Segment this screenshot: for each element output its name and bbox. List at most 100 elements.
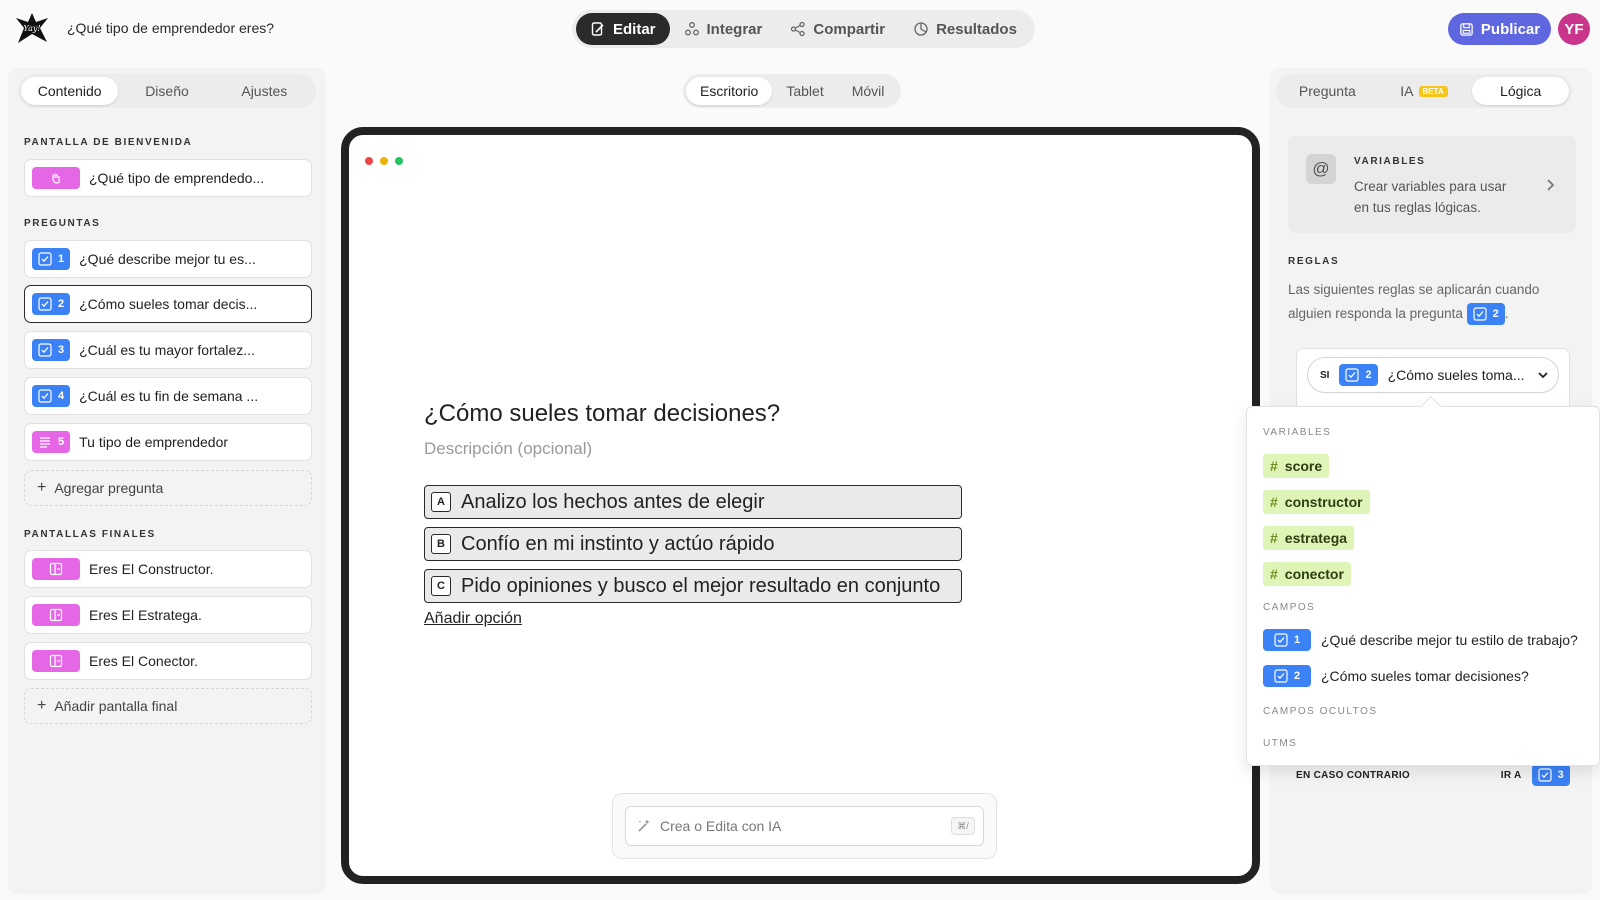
question-title[interactable]: ¿Cómo sueles tomar decisiones? — [424, 400, 780, 428]
question-label-3: ¿Cuál es tu mayor fortalez... — [79, 342, 255, 358]
end-screen-item-1[interactable]: Eres El Constructor. — [24, 550, 312, 588]
tab-diseno[interactable]: Diseño — [118, 77, 215, 105]
chevron-down-icon — [1537, 372, 1548, 379]
add-question-button[interactable]: + Agregar pregunta — [24, 470, 312, 506]
ai-prompt-input[interactable]: Crea o Edita con IA ⌘/ — [625, 806, 984, 846]
welcome-section-title: PANTALLA DE BIENVENIDA — [24, 137, 193, 148]
question-num-5: 5 — [58, 436, 65, 448]
at-sign-icon: @ — [1306, 154, 1336, 184]
rule-select-text: ¿Cómo sueles toma... — [1387, 367, 1525, 383]
questions-section-title: PREGUNTAS — [24, 218, 101, 229]
variable-score-label: score — [1284, 458, 1323, 474]
question-item-1[interactable]: 1 ¿Qué describe mejor tu es... — [24, 240, 312, 278]
question-tag-4: 4 — [32, 385, 71, 407]
option-text-b: Confío en mi instinto y actúo rápido — [461, 532, 775, 555]
variable-conector[interactable]: # conector — [1263, 562, 1351, 586]
ai-prompt-box: Crea o Edita con IA ⌘/ — [612, 793, 997, 859]
exit-door-icon — [49, 654, 63, 668]
question-num-3: 3 — [58, 344, 65, 356]
question-item-4[interactable]: 4 ¿Cuál es tu fin de semana ... — [24, 377, 312, 415]
tab-tablet[interactable]: Tablet — [772, 77, 837, 105]
left-tabs: Contenido Diseño Ajustes — [18, 74, 316, 108]
exit-door-icon — [49, 562, 63, 576]
pencil-icon — [591, 22, 604, 36]
question-label-4: ¿Cuál es tu fin de semana ... — [79, 388, 259, 404]
option-c[interactable]: C Pido opiniones y busco el mejor result… — [424, 569, 962, 603]
question-num-1: 1 — [58, 253, 65, 265]
add-option-link[interactable]: Añadir opción — [424, 610, 522, 628]
integrate-icon — [684, 22, 699, 36]
hash-icon: # — [1270, 566, 1278, 582]
tab-movil[interactable]: Móvil — [838, 77, 899, 105]
rule-condition-select[interactable]: SI 2 ¿Cómo sueles toma... — [1307, 357, 1559, 393]
tab-pregunta[interactable]: Pregunta — [1279, 77, 1376, 105]
tab-logica[interactable]: Lógica — [1472, 77, 1570, 105]
tab-ajustes[interactable]: Ajustes — [216, 77, 313, 105]
window-dot-yellow — [380, 157, 388, 165]
welcome-screen-item[interactable]: ¿Qué tipo de emprendedo... — [24, 159, 312, 197]
tab-editar[interactable]: Editar — [576, 13, 670, 45]
save-icon — [1460, 22, 1473, 36]
window-dot-green — [395, 157, 403, 165]
tab-contenido[interactable]: Contenido — [21, 77, 119, 105]
variable-constructor[interactable]: # constructor — [1263, 490, 1370, 514]
tab-ia[interactable]: IA BETA — [1376, 77, 1473, 105]
tab-compartir[interactable]: Compartir — [776, 13, 899, 45]
publish-button[interactable]: Publicar — [1448, 13, 1551, 45]
hash-icon: # — [1270, 458, 1278, 474]
end-screen-tag-3 — [32, 650, 80, 672]
end-screen-item-2[interactable]: Eres El Estratega. — [24, 596, 312, 634]
magic-wand-icon — [638, 819, 650, 832]
document-title[interactable]: ¿Qué tipo de emprendedor eres? — [67, 20, 274, 36]
welcome-tag — [32, 167, 80, 189]
question-tag-5: 5 — [32, 431, 71, 453]
end-screen-item-3[interactable]: Eres El Conector. — [24, 642, 312, 680]
end-screen-label-2: Eres El Estratega. — [89, 607, 202, 623]
option-text-a: Analizo los hechos antes de elegir — [461, 490, 765, 513]
question-item-2[interactable]: 2 ¿Cómo sueles tomar decis... — [24, 285, 312, 323]
question-description[interactable]: Descripción (opcional) — [424, 439, 592, 459]
window-dot-red — [365, 157, 373, 165]
publish-label: Publicar — [1480, 20, 1541, 38]
field-tag-2: 2 — [1263, 665, 1311, 687]
si-label: SI — [1320, 369, 1330, 381]
field-label-2: ¿Cómo sueles tomar decisiones? — [1321, 668, 1529, 684]
variables-card-desc: Crear variables para usar en tus reglas … — [1354, 176, 1506, 218]
tab-integrar[interactable]: Integrar — [670, 13, 777, 45]
option-b[interactable]: B Confío en mi instinto y actúo rápido — [424, 527, 962, 561]
yay-logo-icon[interactable]: Yay! — [14, 12, 50, 46]
variables-card[interactable]: @ VARIABLES Crear variables para usar en… — [1288, 136, 1576, 233]
tab-resultados[interactable]: Resultados — [899, 13, 1031, 45]
tab-integrar-label: Integrar — [706, 20, 763, 38]
main-tabs: Editar Integrar Compartir Resultados — [572, 10, 1035, 48]
rules-description: Las siguientes reglas se aplicarán cuand… — [1288, 278, 1578, 326]
end-screen-tag-1 — [32, 558, 80, 580]
condition-dropdown: VARIABLES # score # constructor # estratega… — [1246, 406, 1600, 766]
question-item-5[interactable]: 5 Tu tipo de emprendedor — [24, 423, 312, 461]
tab-editar-label: Editar — [613, 20, 656, 38]
rules-title: REGLAS — [1288, 256, 1340, 267]
checkbox-icon — [1274, 669, 1288, 683]
goto-select[interactable]: 3 — [1531, 764, 1570, 786]
end-screen-label-3: Eres El Conector. — [89, 653, 198, 669]
question-num-2: 2 — [58, 298, 65, 310]
checkbox-icon — [38, 297, 52, 311]
results-icon — [914, 22, 928, 36]
variables-desc-line-1: Crear variables para usar — [1354, 179, 1507, 194]
ai-shortcut-badge: ⌘/ — [951, 817, 975, 835]
variable-conector-label: conector — [1284, 566, 1344, 582]
field-num-1: 1 — [1293, 634, 1301, 646]
field-option-2[interactable]: 2 ¿Cómo sueles tomar decisiones? — [1263, 665, 1529, 687]
field-option-1[interactable]: 1 ¿Qué describe mejor tu estilo de traba… — [1263, 629, 1578, 651]
variable-score[interactable]: # score — [1263, 454, 1330, 478]
add-question-label: Agregar pregunta — [54, 480, 164, 496]
avatar[interactable]: YF — [1558, 13, 1590, 45]
option-a[interactable]: A Analizo los hechos antes de elegir — [424, 485, 962, 519]
beta-badge: BETA — [1418, 85, 1448, 97]
field-num-2: 2 — [1293, 670, 1301, 682]
tab-escritorio[interactable]: Escritorio — [686, 77, 773, 105]
rules-question-tag: 2 — [1466, 303, 1505, 326]
add-end-screen-button[interactable]: + Añadir pantalla final — [24, 688, 312, 724]
question-item-3[interactable]: 3 ¿Cuál es tu mayor fortalez... — [24, 331, 312, 369]
variable-estratega[interactable]: # estratega — [1263, 526, 1355, 550]
